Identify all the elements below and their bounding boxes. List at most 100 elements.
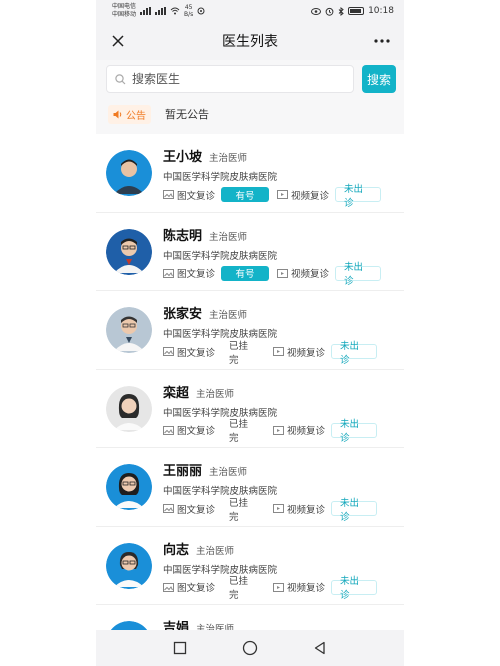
- text-consult[interactable]: 图文复诊: [163, 423, 215, 437]
- video-consult[interactable]: 视频复诊: [273, 345, 325, 359]
- text-status-badge[interactable]: 有号: [221, 265, 270, 281]
- notice-text: 暂无公告: [165, 108, 209, 121]
- text-status-badge[interactable]: 已挂完: [221, 419, 265, 444]
- doctor-row[interactable]: 张家安 主治医师 中国医学科学院皮肤病医院 图文复诊 已挂完 视频复诊 未出诊: [96, 291, 404, 370]
- carrier-2: 中国移动: [112, 11, 137, 18]
- doctor-name: 陈志明: [163, 228, 203, 244]
- recent-apps-button[interactable]: [173, 641, 187, 655]
- video-consult-label: 视频复诊: [291, 190, 330, 202]
- service-line: 图文复诊 已挂完 视频复诊 未出诊: [163, 341, 404, 366]
- search-bar: 搜索: [96, 60, 404, 98]
- text-status-badge[interactable]: 已挂完: [221, 498, 265, 523]
- text-consult[interactable]: 图文复诊: [163, 188, 215, 202]
- close-icon: [112, 35, 124, 47]
- service-line: 图文复诊 已挂完 视频复诊 未出诊: [163, 576, 404, 601]
- search-button[interactable]: 搜索: [362, 65, 396, 93]
- video-icon: [273, 582, 285, 592]
- eye-icon: [311, 7, 322, 15]
- doctor-row[interactable]: 向志 主治医师 中国医学科学院皮肤病医院 图文复诊 已挂完 视频复诊 未出诊: [96, 527, 404, 605]
- video-status-badge[interactable]: 未出诊: [331, 341, 378, 366]
- video-icon: [273, 347, 285, 356]
- doctor-avatar: [106, 385, 152, 432]
- doctor-avatar: [106, 150, 152, 196]
- hotspot-icon: [197, 7, 205, 15]
- video-icon: [273, 504, 285, 513]
- video-consult[interactable]: 视频复诊: [273, 502, 325, 516]
- nav-bar: 医生列表: [96, 22, 404, 60]
- video-consult[interactable]: 视频复诊: [273, 423, 325, 437]
- text-status-badge[interactable]: 已挂完: [221, 576, 265, 601]
- doctor-name: 王丽丽: [163, 464, 203, 479]
- text-consult[interactable]: 图文复诊: [163, 580, 215, 594]
- video-status-badge[interactable]: 未出诊: [335, 262, 382, 287]
- text-consult[interactable]: 图文复诊: [163, 345, 215, 359]
- search-box[interactable]: [106, 65, 354, 93]
- net-speed-value: 45: [184, 4, 193, 11]
- alarm-icon: [325, 7, 334, 16]
- doctor-row[interactable]: 陈志明 主治医师 中国医学科学院皮肤病医院 图文复诊 有号 视频复诊 未出诊: [96, 213, 404, 291]
- video-consult-label: 视频复诊: [287, 504, 326, 516]
- video-consult[interactable]: 视频复诊: [277, 266, 329, 280]
- video-consult-label: 视频复诊: [287, 347, 326, 359]
- service-line: 图文复诊 已挂完 视频复诊 未出诊: [163, 498, 404, 523]
- text-consult-label: 图文复诊: [177, 347, 216, 359]
- doctor-title: 主治医师: [209, 310, 248, 321]
- net-speed: 45 B/s: [184, 4, 193, 18]
- video-consult[interactable]: 视频复诊: [273, 580, 325, 594]
- video-consult-label: 视频复诊: [287, 426, 326, 437]
- image-icon: [163, 582, 174, 592]
- doctor-row[interactable]: 王小坡 主治医师 中国医学科学院皮肤病医院 图文复诊 有号 视频复诊 未出诊: [96, 134, 404, 213]
- video-consult[interactable]: 视频复诊: [277, 188, 329, 202]
- doctor-row[interactable]: 栾超 主治医师 中国医学科学院皮肤病医院 图文复诊 已挂完 视频复诊 未出诊: [96, 370, 404, 448]
- doctor-name: 张家安: [163, 307, 203, 322]
- more-button[interactable]: [370, 29, 394, 53]
- image-icon: [163, 268, 174, 278]
- video-status-badge[interactable]: 未出诊: [331, 419, 378, 444]
- signal-2-icon: [155, 7, 167, 15]
- wifi-icon: [170, 7, 180, 15]
- notice-tag: 公告: [108, 104, 151, 124]
- back-button[interactable]: [313, 641, 327, 655]
- doctor-name: 王小坡: [163, 150, 203, 165]
- text-status-badge[interactable]: 有号: [221, 187, 270, 202]
- text-consult-label: 图文复诊: [177, 583, 216, 594]
- home-button[interactable]: [242, 640, 258, 656]
- image-icon: [163, 504, 174, 513]
- search-icon: [115, 73, 126, 84]
- text-consult-label: 图文复诊: [177, 269, 216, 280]
- doctor-avatar: [106, 307, 152, 353]
- battery-icon: [348, 7, 365, 15]
- image-icon: [163, 425, 174, 435]
- doctor-name: 向志: [163, 542, 190, 558]
- doctor-title: 主治医师: [209, 153, 248, 164]
- video-icon: [273, 425, 285, 435]
- text-consult[interactable]: 图文复诊: [163, 502, 215, 516]
- doctor-avatar: [106, 542, 152, 589]
- doctor-title: 主治医师: [196, 545, 235, 557]
- search-input[interactable]: [132, 72, 322, 86]
- bluetooth-icon: [338, 6, 344, 16]
- video-icon: [277, 268, 289, 278]
- close-button[interactable]: [106, 29, 130, 53]
- video-status-badge[interactable]: 未出诊: [331, 576, 378, 601]
- doctor-title: 主治医师: [209, 467, 248, 478]
- doctor-list: 王小坡 主治医师 中国医学科学院皮肤病医院 图文复诊 有号 视频复诊 未出诊 陈…: [96, 134, 404, 666]
- doctor-avatar: [106, 464, 152, 510]
- text-consult-label: 图文复诊: [177, 190, 216, 202]
- phone-screen: 中国电信 中国移动 45 B/s 10:18 医生列表 搜索医生 搜索 公告 暂…: [96, 0, 404, 666]
- carrier-1: 中国电信: [112, 3, 137, 10]
- service-line: 图文复诊 有号 视频复诊 未出诊: [163, 262, 404, 287]
- image-icon: [163, 347, 174, 356]
- video-status-badge[interactable]: 未出诊: [335, 184, 382, 209]
- video-status-badge[interactable]: 未出诊: [331, 498, 378, 523]
- signal-icon: [140, 7, 152, 15]
- service-line: 图文复诊 已挂完 视频复诊 未出诊: [163, 419, 404, 444]
- doctor-row[interactable]: 王丽丽 主治医师 中国医学科学院皮肤病医院 图文复诊 已挂完 视频复诊 未出诊: [96, 448, 404, 527]
- text-consult[interactable]: 图文复诊: [163, 266, 215, 280]
- carrier-labels: 中国电信 中国移动: [112, 3, 136, 19]
- video-consult-label: 视频复诊: [287, 583, 326, 594]
- net-speed-unit: B/s: [184, 11, 194, 18]
- text-consult-label: 图文复诊: [177, 426, 216, 437]
- text-status-badge[interactable]: 已挂完: [221, 341, 265, 366]
- image-icon: [163, 190, 174, 199]
